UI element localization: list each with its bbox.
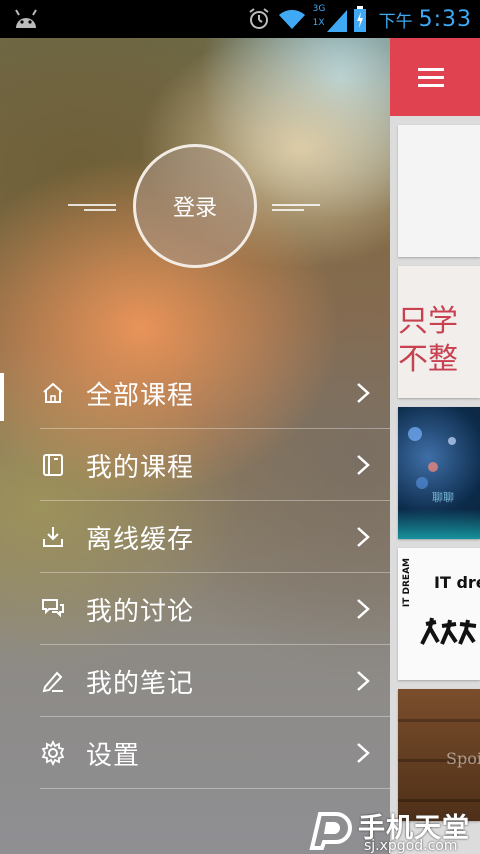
chevron-right-icon <box>357 743 370 763</box>
chevron-right-icon <box>357 455 370 475</box>
signal-icon: 3G 1X <box>313 4 347 34</box>
chevron-right-icon <box>357 527 370 547</box>
notebook-icon <box>43 454 63 476</box>
download-icon <box>43 527 63 547</box>
alarm-icon <box>248 8 269 29</box>
watermark-url: sj.xpgod.com <box>364 838 458 854</box>
chevron-right-icon <box>357 671 370 691</box>
top-bar <box>390 38 480 116</box>
menu-item-label: 设置 <box>86 740 141 771</box>
home-icon <box>43 382 63 403</box>
decorative-line-left <box>68 204 116 206</box>
menu-item-label: 全部课程 <box>86 380 195 411</box>
menu-item-label: 我的笔记 <box>86 668 195 699</box>
main-content: 只学 不整 聊聊 IT DREAM IT dream Spoil <box>390 38 480 854</box>
course-card[interactable] <box>398 125 480 257</box>
card-text: 聊聊 <box>432 491 454 504</box>
login-button[interactable]: 登录 <box>133 144 257 268</box>
watermark-logo-icon <box>309 812 352 850</box>
card-text: 不整 <box>398 342 458 377</box>
menu-item-my-notes[interactable]: 我的笔记 <box>0 645 390 717</box>
decorative-line-right-short <box>272 209 304 211</box>
battery-icon <box>353 6 366 32</box>
network-label: 3G <box>312 4 326 14</box>
course-card[interactable]: Spoil <box>398 689 480 821</box>
menu-item-offline-cache[interactable]: 离线缓存 <box>0 501 390 573</box>
card-text: IT dream <box>434 573 480 592</box>
chat-icon <box>42 599 64 618</box>
course-card[interactable]: 只学 不整 <box>398 266 480 398</box>
navigation-drawer: 登录 全部课程 我的课程 离线缓存 我的讨论 我的笔记 设置 <box>0 38 390 854</box>
dancers-illustration <box>420 617 477 645</box>
menu-icon[interactable] <box>418 68 444 88</box>
decorative-line-right <box>272 204 320 206</box>
card-text: Spoil <box>446 749 480 768</box>
pencil-icon <box>42 671 63 693</box>
drawer-menu: 全部课程 我的课程 离线缓存 我的讨论 我的笔记 设置 <box>0 357 390 789</box>
status-bar: 3G 1X 下午 5:33 <box>0 0 480 38</box>
chevron-right-icon <box>357 599 370 619</box>
menu-item-settings[interactable]: 设置 <box>0 717 390 789</box>
wifi-icon <box>278 9 305 29</box>
menu-item-my-courses[interactable]: 我的课程 <box>0 429 390 501</box>
login-label: 登录 <box>172 196 217 221</box>
active-indicator <box>0 373 4 421</box>
status-time: 5:33 <box>418 6 472 32</box>
network-sub-label: 1X <box>312 18 325 28</box>
menu-item-all-courses[interactable]: 全部课程 <box>0 357 390 429</box>
menu-item-label: 我的讨论 <box>86 596 195 627</box>
menu-item-my-discussions[interactable]: 我的讨论 <box>0 573 390 645</box>
decorative-line-left-short <box>84 209 116 211</box>
course-card[interactable]: 聊聊 <box>398 407 480 539</box>
menu-item-label: 离线缓存 <box>86 524 195 555</box>
chevron-right-icon <box>357 383 370 403</box>
menu-item-label: 我的课程 <box>86 452 195 483</box>
status-ampm: 下午 <box>378 11 413 32</box>
watermark: 手机天堂 sj.xpgod.com <box>300 806 480 854</box>
course-card[interactable]: IT DREAM IT dream <box>398 548 480 680</box>
card-side-text: IT DREAM <box>402 558 412 608</box>
gear-icon <box>41 740 65 766</box>
android-icon <box>15 9 37 28</box>
